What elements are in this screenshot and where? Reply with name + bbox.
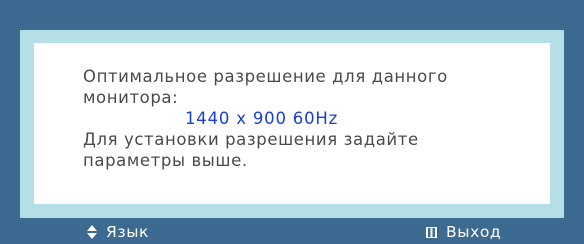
osd-footer: Язык Выход	[0, 221, 584, 244]
menu-icon	[426, 226, 437, 238]
exit-button[interactable]: Выход	[426, 223, 501, 241]
optimal-resolution-value: 1440 x 900 60Hz	[185, 109, 339, 128]
optimal-resolution-message: Оптимальное разрешение для данного монит…	[34, 43, 550, 204]
message-line-4: параметры выше.	[83, 151, 248, 170]
language-label: Язык	[106, 223, 150, 241]
language-button[interactable]: Язык	[87, 223, 149, 241]
up-down-arrows-icon	[87, 225, 97, 239]
message-line-1: Оптимальное разрешение для данного	[83, 67, 448, 86]
message-line-3: Для установки разрешения задайте	[83, 130, 419, 149]
exit-label: Выход	[446, 223, 502, 241]
osd-dialog-frame: Оптимальное разрешение для данного монит…	[20, 30, 564, 218]
message-line-2: монитора:	[83, 88, 179, 107]
